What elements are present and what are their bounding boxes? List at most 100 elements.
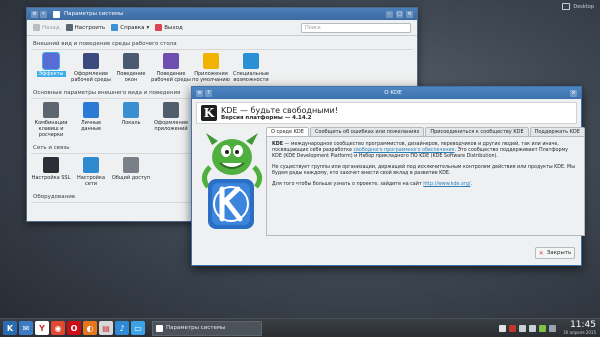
- paragraph-3-end: .: [470, 182, 473, 187]
- firefox-icon[interactable]: ◐: [83, 321, 97, 335]
- about-titlebar[interactable]: ≡ ? О KDE ×: [192, 87, 581, 99]
- settings-module-label: Поведение рабочей среды: [151, 71, 191, 83]
- settings-icon-row: Эффекты Оформление рабочей среды Поведение…: [31, 50, 413, 87]
- about-paragraph-1: KDE — международное сообщество программи…: [272, 142, 579, 160]
- kde-logo-icon: K: [201, 105, 217, 121]
- settings-module[interactable]: Специальные возможности: [231, 53, 271, 83]
- notifications-tray-icon[interactable]: [549, 324, 557, 332]
- settings-module[interactable]: Приложения по умолчанию: [191, 53, 231, 83]
- kde-menu-icon[interactable]: K: [3, 321, 17, 335]
- settings-module-label: Поведение окон: [116, 71, 146, 83]
- help-question-icon[interactable]: ?: [205, 89, 212, 97]
- settings-module-label: Приложения по умолчанию: [192, 71, 230, 83]
- settings-module[interactable]: Общий доступ: [111, 157, 151, 187]
- back-button[interactable]: Назад: [33, 24, 60, 31]
- konqi-mascot-image: [196, 127, 266, 247]
- maximize-icon[interactable]: □: [396, 10, 403, 18]
- about-tab[interactable]: Присоединиться к сообществу KDE: [425, 127, 529, 136]
- sharing-icon: [123, 157, 139, 173]
- about-paragraph-3: Для того чтобы больше узнать о проекте, …: [272, 182, 579, 188]
- minimize-icon[interactable]: –: [386, 10, 393, 18]
- settings-module[interactable]: Настройка SSL: [31, 157, 71, 187]
- dolphin-icon[interactable]: ▭: [131, 321, 145, 335]
- task-label: Параметры системы: [166, 325, 226, 331]
- free-software-link[interactable]: свободного программного обеспечения: [353, 148, 454, 153]
- settings-task-icon: [156, 324, 163, 332]
- back-label: Назад: [42, 24, 60, 31]
- task-system-settings[interactable]: Параметры системы: [152, 320, 262, 336]
- about-tab-panel: KDE — международное сообщество программи…: [266, 136, 585, 236]
- network-tray-icon[interactable]: [519, 324, 527, 332]
- settings-module-label: Настройка SSL: [31, 175, 71, 181]
- battery-tray-icon[interactable]: [539, 324, 547, 332]
- clock[interactable]: 11:45 30 апреля 2015: [563, 320, 596, 336]
- chrome-icon[interactable]: ◉: [51, 321, 65, 335]
- quit-button[interactable]: Выход: [155, 24, 183, 31]
- kde-website-link[interactable]: http://www.kde.org/: [423, 182, 470, 187]
- menu-icon[interactable]: ≡: [196, 89, 203, 97]
- volume-tray-icon[interactable]: [529, 324, 537, 332]
- close-icon[interactable]: ×: [406, 10, 413, 18]
- about-heading: KDE — будьте свободными!: [221, 105, 338, 115]
- settings-module[interactable]: Настройка сети: [71, 157, 111, 187]
- app-style-icon: [163, 102, 179, 118]
- quit-icon: [155, 24, 163, 31]
- about-tab[interactable]: О среде KDE: [266, 127, 309, 136]
- settings-module[interactable]: Поведение рабочей среды: [151, 53, 191, 83]
- mail-icon[interactable]: ✉: [19, 321, 33, 335]
- kde-bold-word: KDE: [272, 142, 283, 147]
- clock-time: 11:45: [570, 320, 596, 330]
- pin-icon[interactable]: •: [40, 10, 47, 18]
- settings-module[interactable]: Оформление приложений: [151, 102, 191, 138]
- system-tray: 11:45 30 апреля 2015: [499, 321, 598, 335]
- about-header: K KDE — будьте свободными! Версия платфо…: [196, 102, 577, 124]
- menu-icon[interactable]: ≡: [31, 10, 38, 18]
- flag-tray-icon[interactable]: [509, 324, 517, 332]
- user-icon: [83, 102, 99, 118]
- network-icon: [83, 157, 99, 173]
- about-paragraph-2: Не существует группы или организации, де…: [272, 165, 575, 176]
- close-label: Закрыть: [546, 250, 572, 256]
- about-tab[interactable]: Сообщить об ошибках или пожеланиях: [309, 127, 425, 136]
- settings-module-label: Общий доступ: [111, 175, 151, 181]
- configure-icon: [65, 24, 73, 31]
- clock-date: 30 апреля 2015: [563, 330, 596, 335]
- effects-icon: [42, 52, 60, 70]
- help-label: Справка: [120, 24, 145, 31]
- window-behavior-icon: [123, 53, 139, 69]
- taskbar-launchers: K ✉ Y ◉ O ◐ ▤ ♪ ▭: [2, 321, 146, 335]
- settings-module-label: Настройка сети: [76, 175, 106, 187]
- ssl-icon: [43, 157, 59, 173]
- settings-module-label: Локаль: [121, 120, 141, 126]
- desktop-toolbox[interactable]: Desktop: [562, 3, 594, 10]
- search-placeholder: Поиск: [305, 24, 321, 31]
- search-input[interactable]: Поиск: [301, 22, 411, 33]
- quit-label: Выход: [164, 24, 183, 31]
- settings-module[interactable]: Комбинации клавиш и росчерки: [31, 102, 71, 138]
- settings-module-label: Специальные возможности: [233, 71, 269, 83]
- keyboard-icon: [43, 102, 59, 118]
- settings-module[interactable]: Оформление рабочей среды: [71, 53, 111, 83]
- taskbar: K ✉ Y ◉ O ◐ ▤ ♪ ▭ Параметры системы 11:45 30 апр…: [0, 318, 600, 337]
- configure-button[interactable]: Настроить: [65, 24, 105, 31]
- globe-icon: [123, 102, 139, 118]
- mail-tray-icon[interactable]: [499, 324, 507, 332]
- files-icon[interactable]: ▤: [99, 321, 113, 335]
- opera-icon[interactable]: O: [67, 321, 81, 335]
- settings-module[interactable]: Поведение окон: [111, 53, 151, 83]
- settings-module[interactable]: Личные данные: [71, 102, 111, 138]
- workspace-theme-icon: [83, 53, 99, 69]
- help-button[interactable]: Справка ▾: [111, 24, 149, 31]
- settings-module[interactable]: Локаль: [111, 102, 151, 138]
- section-title: Внешний вид и поведение среды рабочего с…: [31, 38, 413, 50]
- settings-module-label: Оформление приложений: [153, 120, 189, 132]
- yandex-browser-icon[interactable]: Y: [35, 321, 49, 335]
- settings-module[interactable]: Эффекты: [31, 52, 71, 83]
- settings-window-title: Параметры системы: [64, 11, 124, 17]
- desktop-icon: [562, 3, 571, 10]
- close-button[interactable]: ✕ Закрыть: [535, 247, 575, 259]
- settings-titlebar[interactable]: ≡ • Параметры системы – □ ×: [27, 8, 417, 20]
- close-icon[interactable]: ×: [570, 89, 577, 97]
- media-icon[interactable]: ♪: [115, 321, 129, 335]
- about-tab[interactable]: Поддержать KDE: [529, 127, 585, 136]
